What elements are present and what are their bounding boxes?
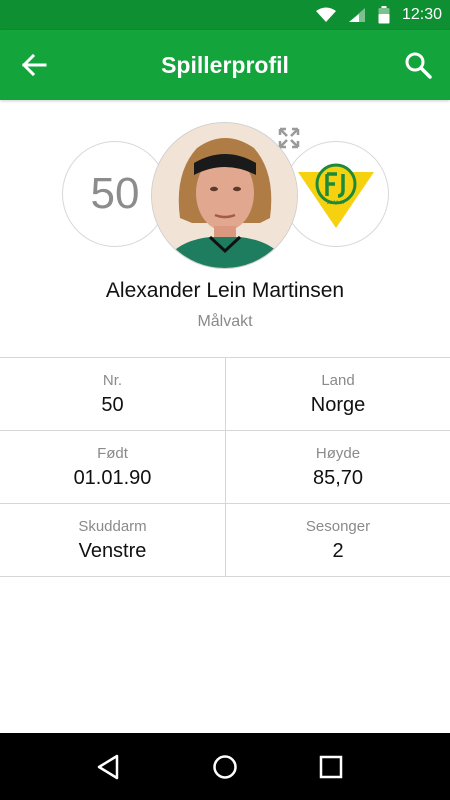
battery-icon <box>378 6 390 24</box>
stat-label: Land <box>321 372 355 389</box>
stat-label: Sesonger <box>305 518 371 535</box>
nav-home-button[interactable] <box>195 733 255 800</box>
club-logo-text: 22-10-07 <box>327 200 346 205</box>
search-icon <box>405 52 432 79</box>
club-logo: 22-10-07 <box>283 141 389 247</box>
expand-button[interactable] <box>278 127 300 149</box>
app-bar: Spillerprofil <box>0 30 450 100</box>
stats-row: Nr. 50 Land Norge <box>0 358 450 431</box>
back-triangle-icon <box>97 754 119 779</box>
nav-recents-button[interactable] <box>301 733 361 800</box>
stat-value: 50 <box>101 394 124 416</box>
stat-height: Høyde 85,70 <box>226 431 450 503</box>
player-name: Alexander Lein Martinsen <box>105 279 345 302</box>
player-stats-grid: Nr. 50 Land Norge Født 01.01.90 Høyde 85… <box>0 357 450 577</box>
status-icons: 12:30 <box>315 0 442 30</box>
status-time: 12:30 <box>401 6 442 23</box>
stat-label: Nr. <box>102 372 123 389</box>
stat-label: Født <box>97 445 128 462</box>
wifi-icon <box>315 7 336 22</box>
status-bar: 12:30 <box>0 0 450 30</box>
player-portrait-image <box>152 123 297 268</box>
stat-country: Land Norge <box>226 358 450 430</box>
stat-value: 85,70 <box>312 467 364 489</box>
stats-row: Skuddarm Venstre Sesonger 2 <box>0 504 450 577</box>
stat-value: 01.01.90 <box>73 467 152 489</box>
stat-seasons: Sesonger 2 <box>226 504 450 576</box>
stat-value: Norge <box>310 394 366 416</box>
player-position: Målvakt <box>197 313 253 330</box>
recents-square-icon <box>319 755 343 778</box>
stat-label: Høyde <box>315 445 361 462</box>
profile-header: 50 22-10-07 Alexander Lein Martinsen Mål… <box>0 100 450 358</box>
stat-number: Nr. 50 <box>0 358 226 430</box>
back-button[interactable] <box>16 47 52 83</box>
club-crest-icon: 22-10-07 <box>298 163 374 228</box>
nav-back-button[interactable] <box>78 733 138 800</box>
player-photo[interactable] <box>151 122 298 269</box>
home-circle-icon <box>213 754 237 779</box>
stat-born: Født 01.01.90 <box>0 431 226 503</box>
stats-row: Født 01.01.90 Høyde 85,70 <box>0 431 450 504</box>
search-button[interactable] <box>400 47 436 83</box>
stat-value: Venstre <box>78 540 147 562</box>
expand-arrows-icon <box>278 127 300 149</box>
stat-shooting-arm: Skuddarm Venstre <box>0 504 226 576</box>
signal-icon <box>348 8 365 22</box>
stat-label: Skuddarm <box>78 518 147 535</box>
stat-value: 2 <box>332 540 344 562</box>
jersey-number: 50 <box>90 169 140 218</box>
arrow-left-icon <box>21 53 47 77</box>
system-nav-bar <box>0 733 450 800</box>
page-title: Spillerprofil <box>161 52 289 78</box>
